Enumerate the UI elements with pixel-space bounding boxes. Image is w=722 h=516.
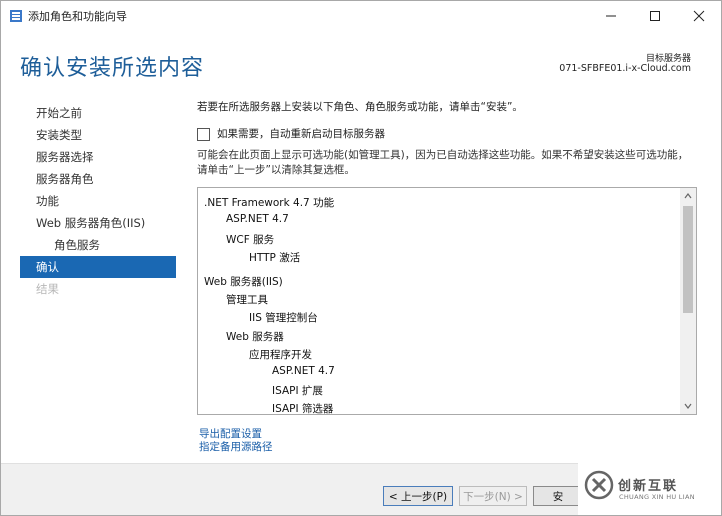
intro-text: 若要在所选服务器上安装以下角色、角色服务或功能，请单击“安装”。 [197, 101, 523, 113]
features-list-content: .NET Framework 4.7 功能 ASP.NET 4.7 WCF 服务… [198, 188, 678, 414]
install-button[interactable]: 安 [533, 486, 583, 506]
selected-features-list[interactable]: .NET Framework 4.7 功能 ASP.NET 4.7 WCF 服务… [197, 187, 697, 415]
list-item: .NET Framework 4.7 功能 [204, 197, 335, 209]
scroll-up-button[interactable] [680, 188, 696, 204]
list-item: ISAPI 筛选器 [272, 403, 334, 414]
scroll-thumb[interactable] [683, 206, 693, 313]
server-manager-icon [10, 10, 22, 22]
list-item: WCF 服务 [226, 234, 275, 246]
list-item: IIS 管理控制台 [249, 312, 318, 324]
list-item: ISAPI 扩展 [272, 385, 323, 397]
nav-item-web-server-role[interactable]: Web 服务器角色(IIS) [20, 212, 176, 234]
wizard-window: 添加角色和功能向导 确认安装所选内容 目标服务器 071-SFBFE01.i-x… [0, 0, 722, 516]
list-item: ASP.NET 4.7 [226, 213, 289, 225]
maximize-button[interactable] [633, 1, 677, 31]
nav-item-server-roles[interactable]: 服务器角色 [20, 168, 176, 190]
list-item: ASP.NET 4.7 [272, 365, 335, 377]
maximize-icon [650, 11, 660, 21]
links-area: 导出配置设置 指定备用源路径 [199, 428, 273, 454]
features-scrollbar[interactable] [680, 188, 696, 414]
list-item: 应用程序开发 [249, 349, 312, 361]
nav-item-role-services[interactable]: 角色服务 [20, 234, 176, 256]
chevron-down-icon [684, 403, 692, 409]
restart-checkbox[interactable] [197, 128, 210, 141]
chevron-up-icon [684, 193, 692, 199]
nav-item-confirmation[interactable]: 确认 [20, 256, 176, 278]
nav-item-server-selection[interactable]: 服务器选择 [20, 146, 176, 168]
wizard-nav: 开始之前 安装类型 服务器选择 服务器角色 功能 Web 服务器角色(IIS) … [20, 102, 176, 300]
next-button[interactable]: 下一步(N) > [459, 486, 527, 506]
list-item: Web 服务器 [226, 331, 284, 343]
nav-item-installation-type[interactable]: 安装类型 [20, 124, 176, 146]
minimize-button[interactable] [589, 1, 633, 31]
previous-button[interactable]: < 上一步(P) [383, 486, 453, 506]
alternate-source-link[interactable]: 指定备用源路径 [199, 441, 273, 454]
scroll-down-button[interactable] [680, 398, 696, 414]
watermark: 创新互联 CHUANG XIN HU LIAN [578, 459, 721, 515]
close-icon [693, 10, 705, 22]
list-item: HTTP 激活 [249, 252, 301, 264]
brand-logo-icon [584, 470, 614, 500]
minimize-icon [606, 15, 616, 17]
close-button[interactable] [677, 1, 721, 31]
watermark-subtext: CHUANG XIN HU LIAN [619, 493, 695, 501]
target-server-value: 071-SFBFE01.i-x-Cloud.com [559, 63, 691, 74]
optional-features-note: 可能会在此页面上显示可选功能(如管理工具)，因为已自动选择这些功能。如果不希望安… [197, 149, 689, 176]
nav-item-before-you-begin[interactable]: 开始之前 [20, 102, 176, 124]
nav-item-features[interactable]: 功能 [20, 190, 176, 212]
title-bar: 添加角色和功能向导 [1, 1, 721, 31]
list-item: Web 服务器(IIS) [204, 276, 283, 288]
page-title: 确认安装所选内容 [20, 56, 205, 81]
list-item: 管理工具 [226, 294, 268, 306]
restart-checkbox-label[interactable]: 如果需要，自动重新启动目标服务器 [217, 126, 385, 141]
export-config-link[interactable]: 导出配置设置 [199, 428, 273, 441]
window-title: 添加角色和功能向导 [28, 10, 127, 23]
nav-item-results: 结果 [36, 282, 59, 296]
watermark-text: 创新互联 [618, 479, 679, 494]
